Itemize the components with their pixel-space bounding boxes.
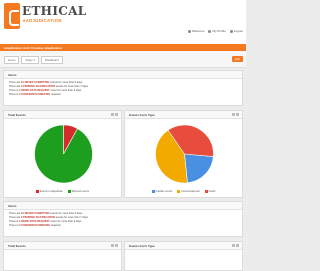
logout-icon <box>229 29 233 33</box>
section-bar: Adjudication Unit / Pending Adjudication <box>0 44 246 51</box>
events-type-header-2: Events Form Type <box>125 242 242 250</box>
collapse-icon[interactable] <box>232 244 235 247</box>
events-type-chart: Cardiac events Cerebrovascular Death <box>125 120 242 197</box>
alerts-panel-header: Alerts <box>4 71 242 79</box>
brand-name: ETHICAL <box>22 4 87 18</box>
close-icon[interactable] <box>236 113 239 116</box>
alerts-title: Alerts <box>8 73 17 78</box>
profile-label: My Profile <box>212 29 226 33</box>
total-events-title: Total Events <box>8 113 26 118</box>
welcome-link[interactable]: Welcome <box>188 29 204 33</box>
pie-slice-planned-events[interactable] <box>34 124 93 184</box>
alerts-panel-2: Alerts There are 10 NEVER SUBMITTED even… <box>3 201 243 237</box>
top-links: Welcome My Profile Logout <box>188 29 243 33</box>
events-type-legend: Cardiac events Cerebrovascular Death <box>125 190 242 193</box>
events-type-title-2: Events Form Type <box>129 244 155 249</box>
events-type-title: Events Form Type <box>129 113 155 118</box>
breadcrumb-home[interactable]: Home <box>4 56 20 64</box>
logout-link[interactable]: Logout <box>229 29 243 33</box>
legend-item: Cardiac events <box>151 190 172 193</box>
legend-item: Events to Adjudicate <box>36 190 63 193</box>
events-type-panel-2: Events Form Type <box>124 241 243 271</box>
profile-icon <box>208 29 212 33</box>
edit-button[interactable]: Edit <box>232 56 243 62</box>
breadcrumb-study[interactable]: Study 1 <box>21 56 39 64</box>
total-events-title-2: Total Events <box>8 244 26 249</box>
breadcrumb: Home Study 1 Dashboard Edit <box>0 51 246 68</box>
pie-slice-cardiac-events[interactable] <box>184 153 214 184</box>
profile-link[interactable]: My Profile <box>208 29 226 33</box>
logo[interactable]: ETHICAL eADJUDICATION <box>4 3 86 31</box>
events-type-pie <box>155 124 214 184</box>
user-icon <box>188 29 192 33</box>
total-events-panel-2: Total Events <box>3 241 122 271</box>
total-events-header: Total Events <box>4 111 121 119</box>
alerts-panel: Alerts There are 10 NEVER SUBMITTED even… <box>3 70 243 106</box>
collapse-icon[interactable] <box>111 244 114 247</box>
events-type-header: Events Form Type <box>125 111 242 119</box>
alert-line: There is 2 CONSENSUS MEETING required <box>9 92 61 96</box>
total-events-pie <box>34 124 93 184</box>
brand-tagline: eADJUDICATION <box>23 18 62 23</box>
section-bar-text: Adjudication Unit / Pending Adjudication <box>4 45 63 50</box>
close-icon[interactable] <box>115 113 118 116</box>
collapse-icon[interactable] <box>232 113 235 116</box>
header: ETHICAL eADJUDICATION Welcome My Profile… <box>0 0 246 44</box>
alerts-title-2: Alerts <box>8 204 17 209</box>
legend-item: Planned events <box>67 190 89 193</box>
total-events-legend: Events to Adjudicate Planned events <box>4 190 121 193</box>
alert-line: There is 2 CONSENSUS MEETING required <box>9 223 61 227</box>
total-events-chart: Events to Adjudicate Planned events <box>4 120 121 197</box>
close-icon[interactable] <box>115 244 118 247</box>
logout-label: Logout <box>233 29 243 33</box>
total-events-panel: Total Events Events to Adjudicate Planne… <box>3 110 122 198</box>
events-type-panel: Events Form Type Cardiac events Cerebrov… <box>124 110 243 198</box>
legend-item: Death <box>204 190 215 193</box>
collapse-icon[interactable] <box>111 113 114 116</box>
close-icon[interactable] <box>236 244 239 247</box>
total-events-header-2: Total Events <box>4 242 121 250</box>
welcome-label: Welcome <box>192 29 205 33</box>
alerts-panel-2-header: Alerts <box>4 202 242 210</box>
legend-item: Cerebrovascular <box>177 190 200 193</box>
breadcrumb-dashboard[interactable]: Dashboard <box>40 56 63 64</box>
logo-mark <box>4 3 20 29</box>
